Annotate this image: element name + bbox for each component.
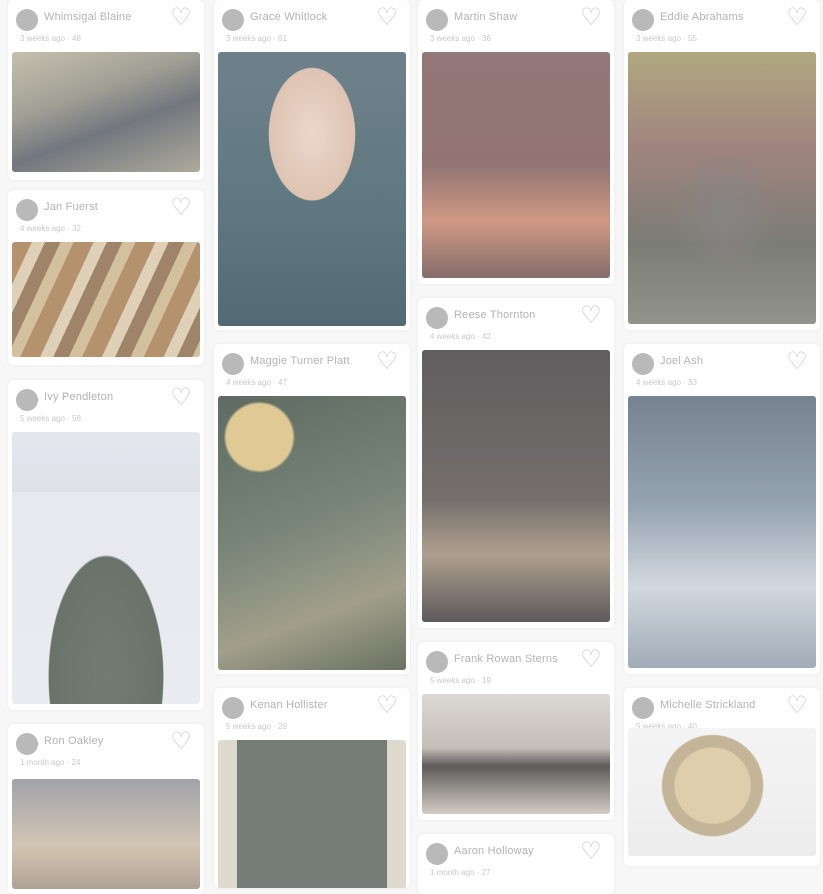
post-card[interactable]: Michelle Strickland 5 weeks ago · 40 ♡: [624, 688, 820, 866]
post-photo[interactable]: [218, 52, 406, 326]
post-card[interactable]: Kenan Hollister 5 weeks ago · 29 ♡: [214, 688, 410, 888]
avatar[interactable]: [426, 843, 448, 865]
post-username[interactable]: Jan Fuerst: [44, 201, 98, 213]
post-meta: 1 month ago · 27: [430, 868, 491, 877]
post-photo[interactable]: [218, 740, 406, 888]
heart-icon[interactable]: ♡: [168, 196, 194, 220]
photo-feed-grid: Whimsigal Blaine 3 weeks ago · 48 ♡ Jan …: [0, 0, 823, 894]
heart-icon[interactable]: ♡: [578, 304, 604, 328]
post-card[interactable]: Grace Whitlock 3 weeks ago · 61 ♡: [214, 0, 410, 330]
post-card[interactable]: Joel Ash 4 weeks ago · 33 ♡: [624, 344, 820, 674]
post-username[interactable]: Kenan Hollister: [250, 699, 328, 711]
post-meta: 3 weeks ago · 61: [226, 34, 287, 43]
heart-icon[interactable]: ♡: [578, 840, 604, 864]
avatar[interactable]: [426, 9, 448, 31]
post-meta: 1 month ago · 24: [20, 758, 81, 767]
avatar[interactable]: [632, 353, 654, 375]
post-card[interactable]: Maggie Turner Platt 4 weeks ago · 47 ♡: [214, 344, 410, 674]
post-username[interactable]: Reese Thornton: [454, 309, 535, 321]
avatar[interactable]: [16, 733, 38, 755]
post-photo[interactable]: [12, 242, 200, 357]
post-username[interactable]: Aaron Holloway: [454, 845, 534, 857]
heart-icon[interactable]: ♡: [784, 694, 810, 718]
post-photo[interactable]: [628, 728, 816, 856]
post-photo[interactable]: [422, 694, 610, 814]
heart-icon[interactable]: ♡: [578, 6, 604, 30]
post-photo[interactable]: [422, 52, 610, 278]
avatar[interactable]: [222, 697, 244, 719]
avatar[interactable]: [426, 651, 448, 673]
heart-icon[interactable]: ♡: [374, 350, 400, 374]
avatar[interactable]: [16, 9, 38, 31]
post-photo[interactable]: [422, 350, 610, 622]
post-username[interactable]: Ron Oakley: [44, 735, 103, 747]
post-username[interactable]: Ivy Pendleton: [44, 391, 113, 403]
post-meta: 5 weeks ago · 19: [430, 676, 491, 685]
post-username[interactable]: Martin Shaw: [454, 11, 517, 23]
heart-icon[interactable]: ♡: [168, 730, 194, 754]
post-photo[interactable]: [628, 396, 816, 668]
heart-icon[interactable]: ♡: [168, 386, 194, 410]
post-card[interactable]: Whimsigal Blaine 3 weeks ago · 48 ♡: [8, 0, 204, 180]
heart-icon[interactable]: ♡: [784, 6, 810, 30]
heart-icon[interactable]: ♡: [374, 694, 400, 718]
post-username[interactable]: Joel Ash: [660, 355, 703, 367]
post-photo[interactable]: [628, 52, 816, 324]
post-photo[interactable]: [12, 52, 200, 172]
post-meta: 5 weeks ago · 29: [226, 722, 287, 731]
post-username[interactable]: Whimsigal Blaine: [44, 11, 132, 23]
post-card[interactable]: Frank Rowan Sterns 5 weeks ago · 19 ♡: [418, 642, 614, 820]
heart-icon[interactable]: ♡: [374, 6, 400, 30]
post-meta: 3 weeks ago · 36: [430, 34, 491, 43]
post-meta: 4 weeks ago · 32: [20, 224, 81, 233]
post-username[interactable]: Frank Rowan Sterns: [454, 653, 558, 665]
avatar[interactable]: [16, 199, 38, 221]
heart-icon[interactable]: ♡: [578, 648, 604, 672]
post-photo[interactable]: [12, 432, 200, 704]
post-username[interactable]: Maggie Turner Platt: [250, 355, 350, 367]
post-card[interactable]: Ivy Pendleton 5 weeks ago · 58 ♡: [8, 380, 204, 710]
post-username[interactable]: Grace Whitlock: [250, 11, 327, 23]
post-username[interactable]: Eddie Abrahams: [660, 11, 744, 23]
post-photo[interactable]: [12, 779, 200, 889]
post-card[interactable]: Reese Thornton 4 weeks ago · 42 ♡: [418, 298, 614, 628]
post-card[interactable]: Jan Fuerst 4 weeks ago · 32 ♡: [8, 190, 204, 365]
avatar[interactable]: [222, 353, 244, 375]
post-meta: 3 weeks ago · 48: [20, 34, 81, 43]
post-meta: 3 weeks ago · 55: [636, 34, 697, 43]
post-meta: 4 weeks ago · 47: [226, 378, 287, 387]
avatar[interactable]: [16, 389, 38, 411]
post-card[interactable]: Aaron Holloway 1 month ago · 27 ♡: [418, 834, 614, 894]
post-meta: 4 weeks ago · 33: [636, 378, 697, 387]
post-card[interactable]: Ron Oakley 1 month ago · 24 ♡: [8, 724, 204, 894]
avatar[interactable]: [426, 307, 448, 329]
post-photo[interactable]: [218, 396, 406, 670]
heart-icon[interactable]: ♡: [784, 350, 810, 374]
post-card[interactable]: Martin Shaw 3 weeks ago · 36 ♡: [418, 0, 614, 284]
avatar[interactable]: [632, 697, 654, 719]
post-card[interactable]: Eddie Abrahams 3 weeks ago · 55 ♡: [624, 0, 820, 330]
avatar[interactable]: [222, 9, 244, 31]
avatar[interactable]: [632, 9, 654, 31]
post-username[interactable]: Michelle Strickland: [660, 699, 756, 711]
post-meta: 4 weeks ago · 42: [430, 332, 491, 341]
heart-icon[interactable]: ♡: [168, 6, 194, 30]
post-meta: 5 weeks ago · 58: [20, 414, 81, 423]
